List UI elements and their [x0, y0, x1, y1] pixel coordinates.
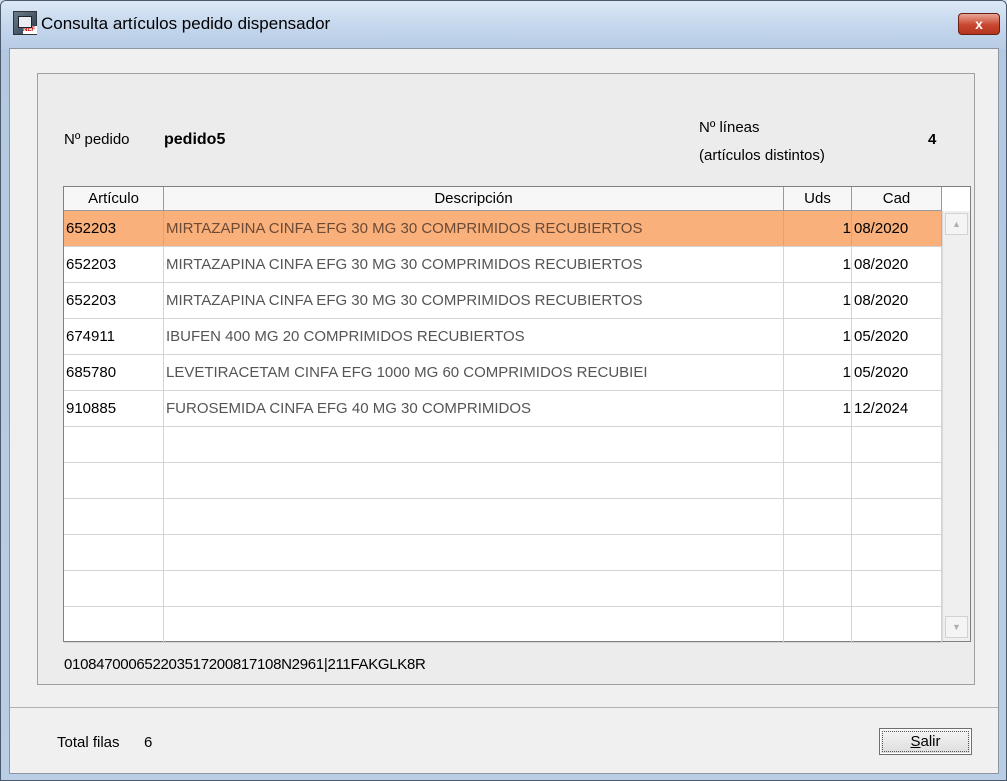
- table-row[interactable]: 652203 MIRTAZAPINA CINFA EFG 30 MG 30 COM…: [64, 283, 942, 319]
- cell-articulo: 685780: [64, 355, 164, 390]
- cell-cad: [852, 535, 942, 570]
- salir-button[interactable]: Salir: [879, 728, 972, 755]
- scroll-up-icon[interactable]: ▲: [945, 213, 968, 235]
- cell-descripcion: MIRTAZAPINA CINFA EFG 30 MG 30 COMPRIMID…: [164, 283, 784, 318]
- cell-uds: [784, 607, 852, 642]
- table-row[interactable]: [64, 463, 942, 499]
- cell-articulo: [64, 535, 164, 570]
- table-row[interactable]: [64, 427, 942, 463]
- window-title: Consulta artículos pedido dispensador: [41, 14, 331, 33]
- total-filas-label: Total filas: [57, 734, 120, 751]
- app-icon-tag: NEF: [23, 26, 37, 34]
- cell-uds: 1: [784, 211, 852, 246]
- footer-divider: [10, 707, 998, 708]
- column-header-uds[interactable]: Uds: [784, 187, 852, 211]
- table-row[interactable]: [64, 535, 942, 571]
- cell-uds: [784, 535, 852, 570]
- cell-descripcion: LEVETIRACETAM CINFA EFG 1000 MG 60 COMPR…: [164, 355, 784, 390]
- vertical-scrollbar[interactable]: ▲ ▼: [942, 211, 970, 641]
- app-icon: NEF: [13, 11, 37, 35]
- table-row[interactable]: 910885 FUROSEMIDA CINFA EFG 40 MG 30 COMP…: [64, 391, 942, 427]
- client-area: Nº pedido pedido5 Nº líneas (artículos d…: [9, 48, 999, 774]
- cell-articulo: [64, 427, 164, 462]
- cell-uds: [784, 463, 852, 498]
- cell-cad: [852, 463, 942, 498]
- cell-articulo: [64, 607, 164, 642]
- cell-cad: 08/2020: [852, 247, 942, 282]
- lineas-label-line1: Nº líneas: [699, 119, 760, 136]
- cell-articulo: [64, 463, 164, 498]
- cell-descripcion: IBUFEN 400 MG 20 COMPRIMIDOS RECUBIERTOS: [164, 319, 784, 354]
- cell-cad: [852, 427, 942, 462]
- table-row[interactable]: 652203 MIRTAZAPINA CINFA EFG 30 MG 30 COM…: [64, 247, 942, 283]
- close-button[interactable]: x: [958, 13, 1000, 35]
- lineas-label-line2: (artículos distintos): [699, 147, 825, 164]
- cell-uds: 1: [784, 319, 852, 354]
- total-filas-value: 6: [144, 734, 153, 751]
- cell-articulo: 652203: [64, 283, 164, 318]
- articles-table[interactable]: Artículo Descripción Uds Cad 652203 MIRTA…: [63, 186, 971, 643]
- cell-cad: [852, 499, 942, 534]
- table-row[interactable]: [64, 571, 942, 607]
- salir-label: alir: [920, 733, 941, 750]
- cell-uds: [784, 571, 852, 606]
- scroll-down-icon[interactable]: ▼: [945, 616, 968, 638]
- cell-descripcion: [164, 535, 784, 570]
- cell-descripcion: FUROSEMIDA CINFA EFG 40 MG 30 COMPRIMIDO…: [164, 391, 784, 426]
- cell-descripcion: [164, 571, 784, 606]
- cell-descripcion: [164, 427, 784, 462]
- cell-articulo: 674911: [64, 319, 164, 354]
- cell-uds: 1: [784, 247, 852, 282]
- cell-cad: [852, 607, 942, 642]
- cell-articulo: [64, 571, 164, 606]
- cell-articulo: 652203: [64, 247, 164, 282]
- cell-cad: 12/2024: [852, 391, 942, 426]
- cell-articulo: [64, 499, 164, 534]
- cell-uds: [784, 427, 852, 462]
- cell-cad: 08/2020: [852, 283, 942, 318]
- cell-uds: 1: [784, 283, 852, 318]
- cell-descripcion: [164, 607, 784, 642]
- salir-mnemonic: S: [910, 733, 921, 750]
- cell-uds: 1: [784, 391, 852, 426]
- cell-uds: 1: [784, 355, 852, 390]
- cell-articulo: 652203: [64, 211, 164, 246]
- cell-descripcion: MIRTAZAPINA CINFA EFG 30 MG 30 COMPRIMID…: [164, 247, 784, 282]
- pedido-value: pedido5: [164, 131, 226, 148]
- column-header-cad[interactable]: Cad: [852, 187, 942, 211]
- lineas-value: 4: [928, 131, 937, 148]
- cell-cad: 08/2020: [852, 211, 942, 246]
- cell-cad: 05/2020: [852, 355, 942, 390]
- barcode-text: 010847000652203517200817108N2961|211FAKG…: [64, 656, 426, 673]
- cell-descripcion: MIRTAZAPINA CINFA EFG 30 MG 30 COMPRIMID…: [164, 211, 784, 246]
- cell-cad: [852, 571, 942, 606]
- cell-cad: 05/2020: [852, 319, 942, 354]
- close-icon: x: [975, 16, 983, 32]
- table-row[interactable]: [64, 607, 942, 643]
- column-header-articulo[interactable]: Artículo: [64, 187, 164, 211]
- table-row[interactable]: 674911 IBUFEN 400 MG 20 COMPRIMIDOS RECUB…: [64, 319, 942, 355]
- cell-articulo: 910885: [64, 391, 164, 426]
- table-row[interactable]: 685780 LEVETIRACETAM CINFA EFG 1000 MG 60…: [64, 355, 942, 391]
- cell-descripcion: [164, 463, 784, 498]
- order-groupbox: Nº pedido pedido5 Nº líneas (artículos d…: [37, 73, 975, 685]
- title-bar: NEF Consulta artículos pedido dispensado…: [1, 1, 1006, 49]
- dialog-window: NEF Consulta artículos pedido dispensado…: [0, 0, 1007, 781]
- table-row[interactable]: 652203 MIRTAZAPINA CINFA EFG 30 MG 30 COM…: [64, 211, 942, 247]
- cell-descripcion: [164, 499, 784, 534]
- pedido-label: Nº pedido: [64, 131, 130, 148]
- column-header-descripcion[interactable]: Descripción: [164, 187, 784, 211]
- table-row[interactable]: [64, 499, 942, 535]
- cell-uds: [784, 499, 852, 534]
